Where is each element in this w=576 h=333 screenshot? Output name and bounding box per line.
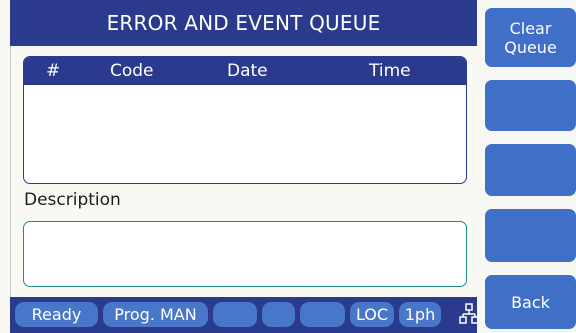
column-number: # xyxy=(46,61,61,81)
page-title: ERROR AND EVENT QUEUE xyxy=(10,0,477,46)
column-time: Time xyxy=(369,61,411,81)
program-badge: Prog. MAN xyxy=(103,302,208,327)
local-mode-text: LOC xyxy=(355,305,389,324)
phase-text: 1ph xyxy=(404,305,436,324)
description-label: Description xyxy=(24,190,121,210)
softkey-2[interactable] xyxy=(485,80,576,131)
queue-table-header: # Code Date Time xyxy=(24,57,466,85)
clear-queue-label: Clear Queue xyxy=(504,18,557,57)
softkey-4[interactable] xyxy=(485,209,576,262)
clear-queue-button[interactable]: Clear Queue xyxy=(485,8,576,67)
column-code: Code xyxy=(110,61,154,81)
phase-badge: 1ph xyxy=(399,302,441,327)
back-button[interactable]: Back xyxy=(485,275,576,329)
status-slot-4 xyxy=(262,302,295,327)
status-bar: Ready Prog. MAN LOC 1ph xyxy=(10,297,479,333)
status-slot-5 xyxy=(300,302,345,327)
back-label: Back xyxy=(511,292,550,312)
program-text: Prog. MAN xyxy=(114,305,197,324)
network-icon xyxy=(459,303,479,324)
softkey-3[interactable] xyxy=(485,144,576,196)
queue-table[interactable]: # Code Date Time xyxy=(23,56,467,184)
local-mode-badge: LOC xyxy=(350,302,394,327)
status-ready-text: Ready xyxy=(31,305,82,324)
column-date: Date xyxy=(227,61,268,81)
status-ready-badge: Ready xyxy=(15,302,98,327)
status-slot-3 xyxy=(213,302,257,327)
page-title-text: ERROR AND EVENT QUEUE xyxy=(106,11,381,35)
description-field[interactable] xyxy=(23,221,467,287)
